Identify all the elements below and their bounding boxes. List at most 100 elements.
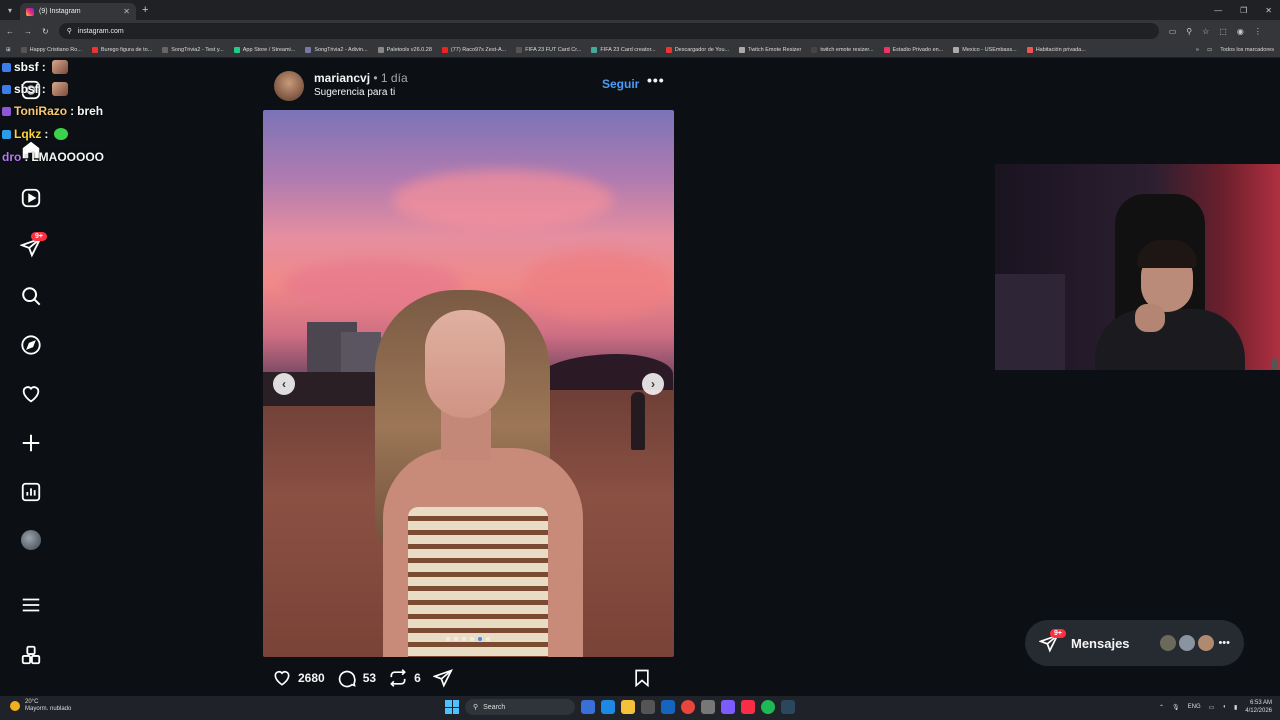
task-view-icon[interactable] [581,700,595,714]
carousel-dot [462,637,466,641]
also-from-meta-icon[interactable] [19,643,43,667]
mail-icon[interactable] [661,700,675,714]
bookmark-item[interactable]: Mexico - USEmbass... [953,46,1017,53]
messages-more-icon: ••• [1218,637,1230,649]
weather-sun-icon [10,701,20,711]
chat-message: sbsf: [2,60,68,74]
comment-action[interactable]: 53 [337,668,376,688]
bookmark-item[interactable]: twitch emote resizer... [811,46,874,53]
chat-username: sbsf [14,82,39,96]
cast-icon[interactable]: ▭ [1169,27,1177,36]
language-indicator[interactable]: ENG [1188,704,1201,710]
mic-icon[interactable]: 🎙 [1172,704,1180,711]
battery-icon[interactable]: ▮ [1234,704,1237,711]
explore-icon[interactable] [19,333,43,357]
share-action[interactable] [432,668,453,688]
bookmark-favicon-icon [233,46,240,53]
discord-icon[interactable] [721,700,735,714]
bookmark-item[interactable]: Descargador de You... [665,46,729,53]
messages-pill[interactable]: Mensajes ••• [1025,620,1244,666]
save-action[interactable] [632,668,652,688]
edge-icon[interactable] [601,700,615,714]
comment-icon[interactable] [337,668,357,688]
weather-widget[interactable]: 20°C Mayorm. nublado [10,699,71,713]
profile-avatar[interactable] [21,530,41,550]
volume-icon[interactable]: ◖ [1222,704,1226,710]
carousel-prev-icon[interactable]: ‹ [273,373,295,395]
carousel-next-icon[interactable]: › [642,373,664,395]
like-action[interactable]: 2680 [272,668,325,688]
post-username[interactable]: mariancvj [314,71,370,85]
bookmark-item[interactable]: (77) Raco97s Zest-A... [441,46,506,53]
file-explorer-icon[interactable] [621,700,635,714]
app-icon[interactable] [701,700,715,714]
post-author-avatar[interactable] [274,71,304,101]
bookmark-item[interactable]: FIFA 23 Card creator... [591,46,656,53]
bookmark-item[interactable]: SongTrivia2 - Adivin... [305,46,368,53]
reels-icon[interactable] [19,186,43,210]
bookmark-item[interactable]: SongTrivia2 - Test y... [162,46,224,53]
new-tab-icon[interactable]: + [142,4,148,16]
bookmark-favicon-icon [811,46,818,53]
tab-close-icon[interactable]: ✕ [123,7,130,16]
maximize-icon[interactable]: ❐ [1240,6,1247,15]
browser-tab-instagram[interactable]: (9) Instagram ✕ [20,3,136,20]
store-icon[interactable] [641,700,655,714]
bookmark-label: Mexico - USEmbass... [962,46,1017,53]
clock[interactable]: 6:53 AM 4/12/2026 [1245,699,1272,715]
overflow-icon[interactable]: » [1196,47,1199,53]
all-bookmarks-label: Todos los marcadores [1220,46,1274,53]
all-bookmarks[interactable]: » ▭ Todos los marcadores [1196,47,1274,53]
bookmark-favicon-icon [441,46,448,53]
bookmark-item[interactable]: Happy Cristiano Ro... [20,46,82,53]
bookmark-item[interactable]: Paletools v26.0.28 [377,46,432,53]
profile-icon[interactable]: ◉ [1237,27,1244,36]
create-icon[interactable] [19,431,43,455]
dashboard-icon[interactable] [19,480,43,504]
post-image[interactable]: ‹ › [263,110,674,657]
repost-icon[interactable] [388,668,408,688]
bookmark-item[interactable]: App Store / Streami... [233,46,295,53]
bookmark-item[interactable]: Burego figura de to... [91,46,152,53]
post-options-button[interactable]: ••• [647,72,665,88]
forward-icon[interactable]: → [24,27,32,36]
start-icon[interactable] [445,700,459,714]
spotify-icon[interactable] [761,700,775,714]
reload-icon[interactable]: ↻ [42,27,49,36]
bookmark-item[interactable]: FIFA 23 FUT Card Cr... [516,46,581,53]
zoom-icon[interactable]: ⚲ [1186,27,1192,36]
bookmark-label: Happy Cristiano Ro... [29,46,82,53]
bookmark-item[interactable]: Habitación privada... [1026,46,1086,53]
tray-overflow-icon[interactable]: ⌃ [1159,704,1164,711]
network-icon[interactable]: ▭ [1209,704,1215,711]
tab-search-icon[interactable]: ▾ [0,0,20,20]
apps-icon[interactable]: ⊞ [6,47,11,53]
follow-button[interactable]: Seguir [602,77,639,91]
carousel-dot [454,637,458,641]
site-info-icon[interactable]: ⚲ [67,27,72,35]
bookmark-favicon-icon [516,46,523,53]
repost-action[interactable]: 6 [388,668,421,688]
clock-time: 6:53 AM [1249,700,1272,706]
back-icon[interactable]: ← [6,27,14,36]
bookmark-star-icon[interactable]: ☆ [1202,27,1209,36]
bookmark-icon[interactable] [632,668,652,688]
page-scrollbar[interactable] [1272,358,1278,370]
notifications-heart-icon[interactable] [19,382,43,406]
url-field[interactable]: ⚲ instagram.com [58,23,1159,39]
bookmark-item[interactable]: Twitch Emote Resizer [739,46,801,53]
close-window-icon[interactable]: ✕ [1265,6,1272,15]
share-icon[interactable] [432,668,453,688]
bookmark-label: SongTrivia2 - Test y... [171,46,224,53]
steam-icon[interactable] [781,700,795,714]
taskbar-search[interactable]: ⚲ Search [465,699,575,715]
music-icon[interactable] [741,700,755,714]
chrome-icon[interactable] [681,700,695,714]
like-heart-icon[interactable] [272,668,292,688]
bookmark-item[interactable]: Estadio Privado en... [883,46,943,53]
extensions-icon[interactable]: ⬚ [1219,27,1227,36]
search-icon[interactable] [19,284,43,308]
minimize-icon[interactable]: — [1214,6,1222,15]
more-menu-icon[interactable] [19,593,43,617]
menu-icon[interactable]: ⋮ [1254,27,1262,36]
